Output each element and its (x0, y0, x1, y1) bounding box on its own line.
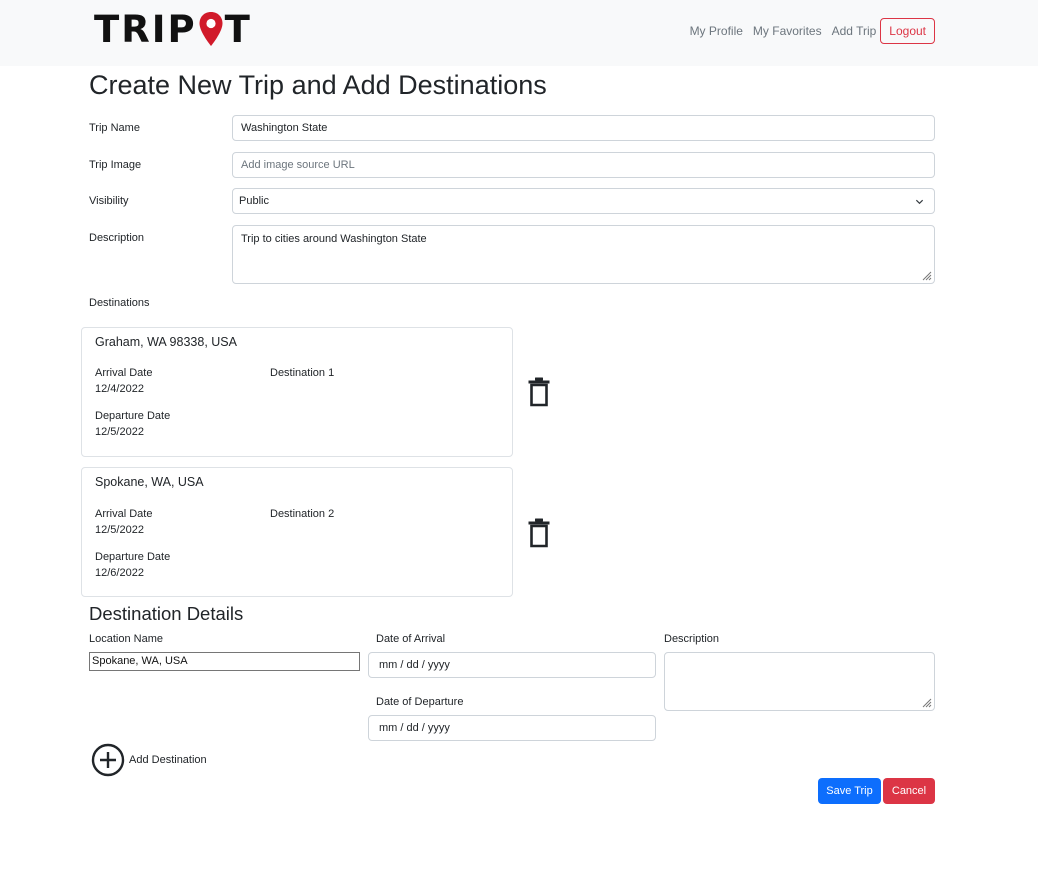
logo[interactable]: TRIP T (94, 10, 252, 50)
add-destination-button[interactable]: Add Destination (91, 743, 207, 777)
location-name-input[interactable]: Spokane, WA, USA (89, 652, 360, 671)
trip-name-input[interactable]: Washington State (232, 115, 935, 141)
logo-text-suffix: T (224, 8, 252, 51)
location-name-label: Location Name (89, 633, 163, 645)
arrival-date-value: 12/5/2022 (95, 524, 144, 536)
description-label: Description (89, 232, 145, 244)
add-destination-label: Add Destination (129, 754, 207, 766)
destination-description-textarea[interactable] (664, 652, 935, 711)
destination-name: Graham, WA 98338, USA (95, 335, 237, 349)
destination-tag: Destination 2 (270, 508, 335, 520)
departure-date-label: Departure Date (95, 410, 171, 422)
destination-card-1: Graham, WA 98338, USA Arrival Date 12/4/… (81, 327, 513, 457)
description-value: Trip to cities around Washington State (241, 233, 427, 245)
destination-name: Spokane, WA, USA (95, 475, 204, 489)
cancel-button[interactable]: Cancel (883, 778, 935, 804)
visibility-value: Public (239, 195, 269, 207)
arrival-date-label: Arrival Date (95, 508, 153, 520)
date-of-departure-input[interactable]: mm / dd / yyyy (368, 715, 656, 741)
trip-image-input[interactable]: Add image source URL (232, 152, 935, 178)
description-textarea[interactable]: Trip to cities around Washington State (232, 225, 935, 284)
destination-description-label: Description (664, 633, 720, 645)
date-of-arrival-input[interactable]: mm / dd / yyyy (368, 652, 656, 678)
nav-my-favorites[interactable]: My Favorites (753, 18, 822, 44)
map-pin-icon (199, 12, 223, 46)
nav-my-profile[interactable]: My Profile (690, 18, 743, 44)
logo-text-prefix: TRIP (94, 8, 197, 51)
destination-tag: Destination 1 (270, 367, 335, 379)
trip-image-label: Trip Image (89, 159, 142, 171)
nav-links: My Profile My Favorites Add Trip Logout (690, 18, 935, 44)
departure-date-value: 12/5/2022 (95, 426, 144, 438)
departure-date-label: Departure Date (95, 551, 171, 563)
save-trip-button[interactable]: Save Trip (818, 778, 881, 804)
trash-icon[interactable] (528, 377, 550, 407)
logout-button[interactable]: Logout (880, 18, 935, 44)
date-of-departure-label: Date of Departure (376, 696, 464, 708)
visibility-label: Visibility (89, 195, 129, 207)
trash-icon[interactable] (528, 518, 550, 548)
visibility-select[interactable]: Public (232, 188, 935, 214)
chevron-down-icon (915, 199, 924, 205)
date-of-arrival-label: Date of Arrival (376, 633, 446, 645)
plus-circle-icon (91, 743, 125, 777)
navbar: TRIP T My Profile My Favorites Add Trip … (0, 0, 1038, 66)
nav-add-trip[interactable]: Add Trip (832, 18, 877, 44)
departure-date-value: 12/6/2022 (95, 567, 144, 579)
destination-card-2: Spokane, WA, USA Arrival Date 12/5/2022 … (81, 467, 513, 597)
arrival-date-value: 12/4/2022 (95, 383, 144, 395)
trip-name-label: Trip Name (89, 122, 140, 134)
resize-grip-icon[interactable] (920, 696, 932, 708)
arrival-date-label: Arrival Date (95, 367, 153, 379)
destinations-label: Destinations (89, 297, 150, 309)
destination-details-title: Destination Details (89, 603, 244, 624)
resize-grip-icon[interactable] (920, 269, 932, 281)
page-title: Create New Trip and Add Destinations (89, 70, 547, 100)
